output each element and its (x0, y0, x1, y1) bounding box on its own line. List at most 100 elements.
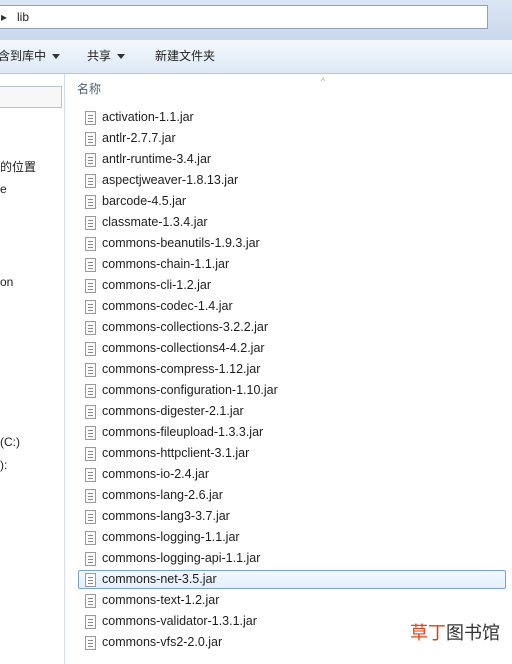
file-name: commons-collections4-4.2.jar (102, 341, 265, 355)
file-row[interactable]: commons-collections-3.2.2.jar (77, 318, 507, 339)
jar-file-icon (85, 573, 96, 587)
file-name: commons-digester-2.1.jar (102, 404, 244, 418)
file-row[interactable]: commons-net-3.5.jar (77, 570, 507, 591)
file-row[interactable]: commons-digester-2.1.jar (77, 402, 507, 423)
share-label: 共享 (87, 49, 112, 63)
jar-file-icon (85, 195, 96, 209)
file-row[interactable]: barcode-4.5.jar (77, 192, 507, 213)
file-list-pane: 名称 ^ activation-1.1.jar antlr-2.7.7.jar an… (65, 74, 512, 664)
jar-file-icon (85, 468, 96, 482)
file-name: aspectjweaver-1.8.13.jar (102, 173, 239, 187)
file-row[interactable]: commons-lang-2.6.jar (77, 486, 507, 507)
include-in-library-button[interactable]: 含到库中 (0, 40, 61, 73)
file-name: commons-text-1.2.jar (102, 593, 220, 607)
file-row[interactable]: classmate-1.3.4.jar (77, 213, 507, 234)
jar-file-icon (85, 489, 96, 503)
share-button[interactable]: 共享 (87, 40, 126, 73)
file-name: commons-vfs2-2.0.jar (102, 635, 223, 649)
file-name: antlr-2.7.7.jar (102, 131, 176, 145)
address-field[interactable]: ▸ lib (0, 5, 488, 29)
file-row[interactable]: commons-configuration-1.10.jar (77, 381, 507, 402)
jar-file-icon (85, 216, 96, 230)
sort-ascending-icon: ^ (321, 76, 326, 86)
navigation-pane: 的位置 e on (C:) ): (0, 74, 65, 664)
file-row[interactable]: commons-collections4-4.2.jar (77, 339, 507, 360)
nav-pane-field[interactable] (0, 86, 62, 108)
jar-file-icon (85, 258, 96, 272)
file-name: activation-1.1.jar (102, 110, 194, 124)
jar-file-icon (85, 279, 96, 293)
chevron-down-icon (52, 54, 61, 60)
file-row[interactable]: commons-chain-1.1.jar (77, 255, 507, 276)
file-name: commons-fileupload-1.3.3.jar (102, 425, 264, 439)
watermark-logo: 草丁图书馆 (410, 619, 500, 645)
file-row[interactable]: activation-1.1.jar (77, 108, 507, 129)
jar-file-icon (85, 363, 96, 377)
file-name: commons-net-3.5.jar (102, 572, 217, 586)
jar-file-icon (85, 510, 96, 524)
nav-item-on[interactable]: on (0, 275, 13, 289)
jar-file-icon (85, 447, 96, 461)
file-name: commons-validator-1.3.1.jar (102, 614, 257, 628)
file-name: commons-beanutils-1.9.3.jar (102, 236, 260, 250)
nav-item-drive-d[interactable]: ): (0, 458, 7, 472)
file-list: activation-1.1.jar antlr-2.7.7.jar antlr-r… (77, 108, 507, 654)
jar-file-icon (85, 342, 96, 356)
jar-file-icon (85, 594, 96, 608)
file-row[interactable]: antlr-2.7.7.jar (77, 129, 507, 150)
file-name: commons-lang3-3.7.jar (102, 509, 230, 523)
file-row[interactable]: commons-compress-1.12.jar (77, 360, 507, 381)
jar-file-icon (85, 615, 96, 629)
include-in-library-label: 含到库中 (0, 49, 47, 63)
file-row[interactable]: commons-fileupload-1.3.3.jar (77, 423, 507, 444)
file-row[interactable]: commons-logging-api-1.1.jar (77, 549, 507, 570)
file-name: commons-logging-1.1.jar (102, 530, 240, 544)
jar-file-icon (85, 405, 96, 419)
file-name: commons-codec-1.4.jar (102, 299, 233, 313)
file-row[interactable]: commons-beanutils-1.9.3.jar (77, 234, 507, 255)
chevron-down-icon (117, 54, 126, 60)
nav-item-e[interactable]: e (0, 182, 7, 196)
file-name: commons-io-2.4.jar (102, 467, 209, 481)
breadcrumb-folder[interactable]: lib (17, 10, 29, 24)
nav-item-drive-c[interactable]: (C:) (0, 435, 20, 449)
jar-file-icon (85, 636, 96, 650)
jar-file-icon (85, 426, 96, 440)
jar-file-icon (85, 237, 96, 251)
file-name: commons-chain-1.1.jar (102, 257, 230, 271)
file-name: commons-compress-1.12.jar (102, 362, 261, 376)
jar-file-icon (85, 132, 96, 146)
file-row[interactable]: antlr-runtime-3.4.jar (77, 150, 507, 171)
command-toolbar: 含到库中 共享 新建文件夹 (0, 40, 512, 74)
file-row[interactable]: aspectjweaver-1.8.13.jar (77, 171, 507, 192)
jar-file-icon (85, 384, 96, 398)
jar-file-icon (85, 300, 96, 314)
file-name: commons-logging-api-1.1.jar (102, 551, 261, 565)
new-folder-label: 新建文件夹 (155, 49, 216, 63)
breadcrumb-arrow-icon[interactable]: ▸ (1, 10, 7, 24)
file-name: commons-lang-2.6.jar (102, 488, 223, 502)
file-name: commons-cli-1.2.jar (102, 278, 212, 292)
file-row[interactable]: commons-cli-1.2.jar (77, 276, 507, 297)
column-header-name[interactable]: 名称 (77, 80, 101, 97)
new-folder-button[interactable]: 新建文件夹 (155, 40, 215, 73)
file-row[interactable]: commons-lang3-3.7.jar (77, 507, 507, 528)
jar-file-icon (85, 153, 96, 167)
file-row[interactable]: commons-codec-1.4.jar (77, 297, 507, 318)
explorer-window: ▸ lib 含到库中 共享 新建文件夹 的位置 e on (C:) ): 名称 … (0, 0, 512, 664)
jar-file-icon (85, 321, 96, 335)
file-row[interactable]: commons-logging-1.1.jar (77, 528, 507, 549)
jar-file-icon (85, 174, 96, 188)
file-name: barcode-4.5.jar (102, 194, 187, 208)
file-row[interactable]: commons-httpclient-3.1.jar (77, 444, 507, 465)
watermark-part2: 图书馆 (446, 623, 500, 644)
jar-file-icon (85, 552, 96, 566)
jar-file-icon (85, 531, 96, 545)
file-name: antlr-runtime-3.4.jar (102, 152, 212, 166)
nav-item-recent-places[interactable]: 的位置 (0, 158, 36, 175)
file-name: commons-collections-3.2.2.jar (102, 320, 269, 334)
file-name: classmate-1.3.4.jar (102, 215, 208, 229)
file-row[interactable]: commons-text-1.2.jar (77, 591, 507, 612)
file-row[interactable]: commons-io-2.4.jar (77, 465, 507, 486)
file-name: commons-configuration-1.10.jar (102, 383, 278, 397)
